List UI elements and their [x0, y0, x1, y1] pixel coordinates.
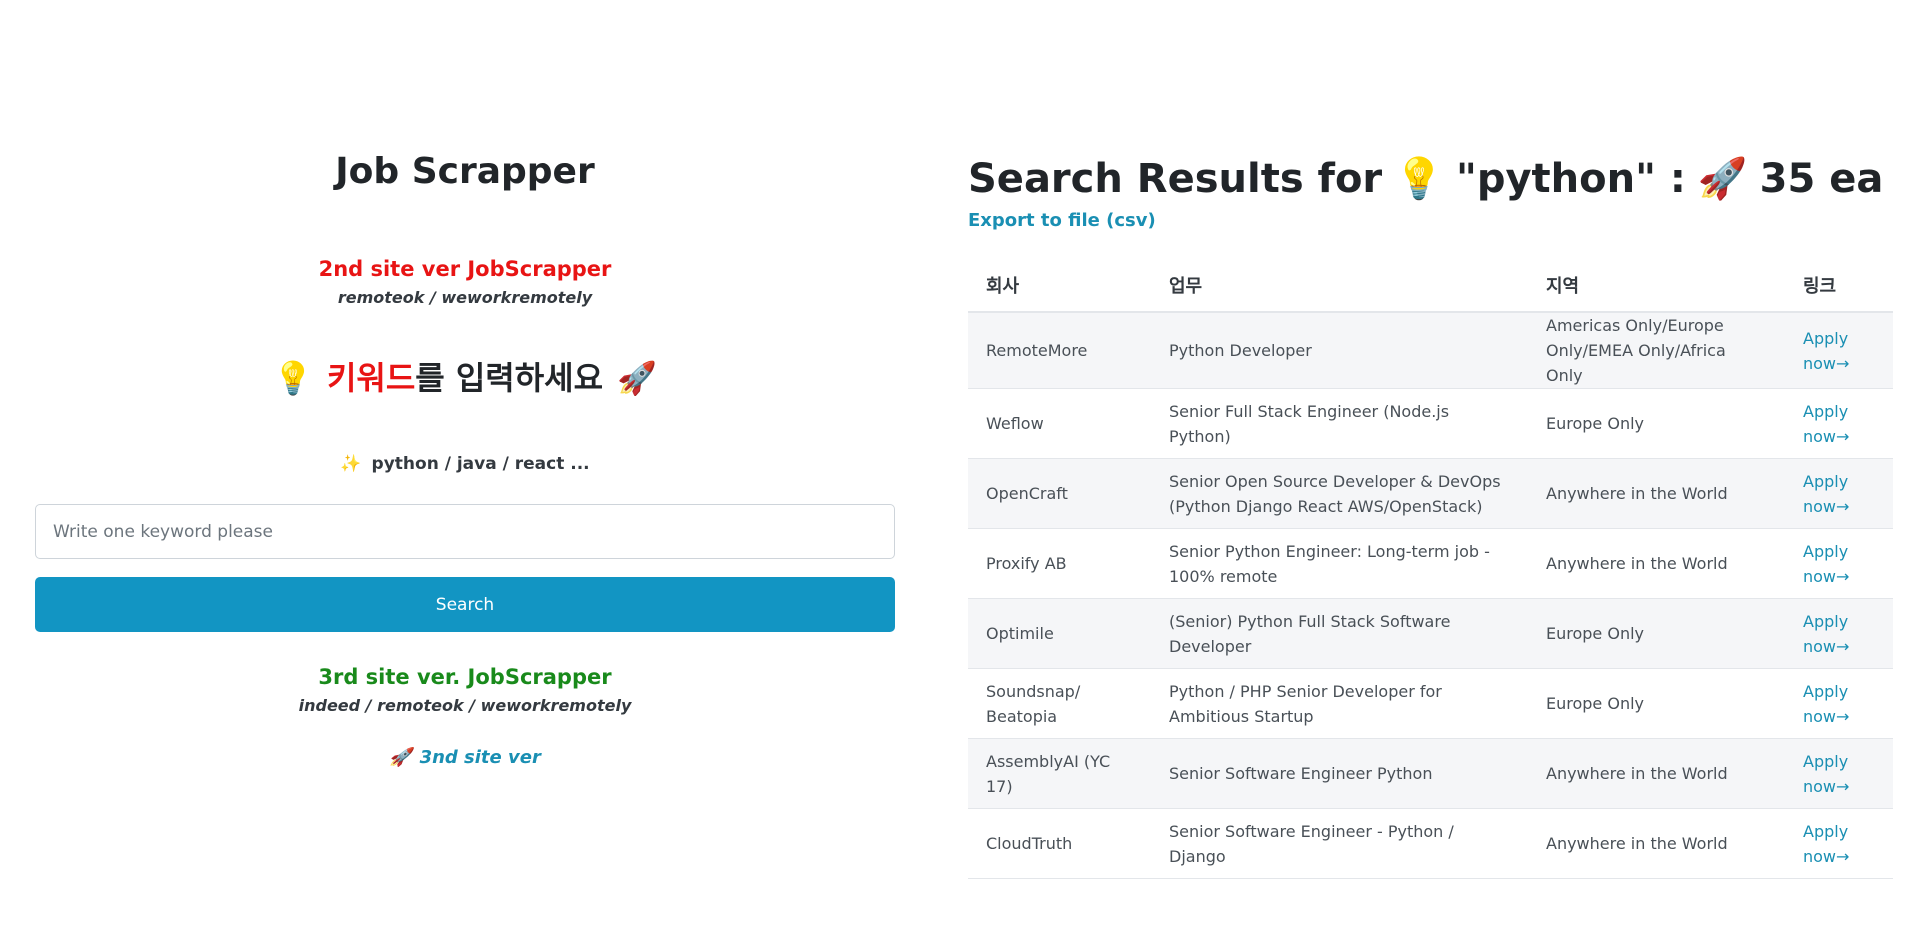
table-row: Proxify AB Senior Python Engineer: Long-… [968, 528, 1893, 599]
cell-role: Senior Python Engineer: Long-term job - … [1151, 528, 1528, 599]
cell-region: Europe Only [1528, 598, 1785, 669]
rocket-icon: 🚀 [1697, 156, 1748, 202]
cell-link: Apply now→ [1785, 388, 1893, 459]
header-role: 업무 [1151, 258, 1528, 313]
apply-link[interactable]: Apply now→ [1803, 402, 1849, 446]
lightbulb-icon: 💡 [1394, 156, 1444, 202]
apply-link[interactable]: Apply now→ [1803, 682, 1849, 726]
cell-link: Apply now→ [1785, 312, 1893, 389]
ver3-link[interactable]: 3nd site ver [420, 745, 541, 771]
header-region: 지역 [1528, 258, 1785, 313]
cell-region: Anywhere in the World [1528, 738, 1785, 809]
search-input[interactable] [35, 504, 895, 559]
cell-role: Python / PHP Senior Developer for Ambiti… [1151, 668, 1528, 739]
apply-link[interactable]: Apply now→ [1803, 822, 1849, 866]
apply-link[interactable]: Apply now→ [1803, 542, 1849, 586]
ver3-title: 3rd site ver. JobScrapper [318, 665, 612, 689]
cell-company: OpenCraft [968, 458, 1151, 529]
cell-company: AssemblyAI (YC 17) [968, 738, 1151, 809]
cell-link: Apply now→ [1785, 668, 1893, 739]
cell-company: Soundsnap/ Beatopia [968, 668, 1151, 739]
cell-region: Anywhere in the World [1528, 458, 1785, 529]
prompt-text: 키워드를 입력하세요 [327, 356, 603, 400]
table-row: Soundsnap/ Beatopia Python / PHP Senior … [968, 668, 1893, 739]
ver2-title: 2nd site ver JobScrapper [318, 257, 612, 281]
apply-link[interactable]: Apply now→ [1803, 329, 1849, 373]
table-header-row: 회사 업무 지역 링크 [968, 258, 1893, 313]
cell-company: Weflow [968, 388, 1151, 459]
cell-company: RemoteMore [968, 312, 1151, 389]
header-company: 회사 [968, 258, 1151, 313]
apply-link[interactable]: Apply now→ [1803, 752, 1849, 796]
prompt-keyword-highlight: 키워드 [326, 359, 416, 397]
table-row: CloudTruth Senior Software Engineer - Py… [968, 808, 1893, 879]
results-title: Search Results for 💡 "python" : 🚀 35 ea [968, 153, 1883, 205]
keyword-prompt: 💡 키워드를 입력하세요 🚀 [35, 356, 895, 400]
search-button[interactable]: Search [35, 577, 895, 632]
sparkles-icon: ✨ [340, 453, 362, 474]
cell-region: Anywhere in the World [1528, 528, 1785, 599]
table-row: RemoteMore Python Developer Americas Onl… [968, 312, 1893, 389]
apply-link[interactable]: Apply now→ [1803, 472, 1849, 516]
header-link: 링크 [1785, 258, 1893, 313]
cell-link: Apply now→ [1785, 458, 1893, 529]
cell-role: Senior Software Engineer Python [1151, 738, 1528, 809]
cell-company: Optimile [968, 598, 1151, 669]
rocket-icon: 🚀 [389, 747, 412, 768]
cell-region: Europe Only [1528, 388, 1785, 459]
cell-region: Europe Only [1528, 668, 1785, 739]
rocket-icon: 🚀 [617, 359, 657, 397]
cell-region: Anywhere in the World [1528, 808, 1785, 879]
cell-link: Apply now→ [1785, 598, 1893, 669]
prompt-rest: 를 입력하세요 [415, 359, 604, 397]
table-row: Weflow Senior Full Stack Engineer (Node.… [968, 388, 1893, 459]
table-row: Optimile (Senior) Python Full Stack Soft… [968, 598, 1893, 669]
cell-company: CloudTruth [968, 808, 1151, 879]
cell-link: Apply now→ [1785, 738, 1893, 809]
examples-text: python / java / react ... [371, 454, 590, 474]
cell-role: Senior Full Stack Engineer (Node.js Pyth… [1151, 388, 1528, 459]
cell-company: Proxify AB [968, 528, 1151, 599]
cell-region: Americas Only/Europe Only/EMEA Only/Afri… [1528, 312, 1785, 389]
app-title: Job Scrapper [335, 151, 595, 192]
keyword-examples: ✨ python / java / react ... [35, 452, 895, 476]
results-table: 회사 업무 지역 링크 RemoteMore Python Developer … [968, 258, 1893, 879]
ver3-link-row: 🚀 3nd site ver [35, 745, 895, 771]
table-row: AssemblyAI (YC 17) Senior Software Engin… [968, 738, 1893, 809]
apply-link[interactable]: Apply now→ [1803, 612, 1849, 656]
ver2-sites: remoteok / weworkremotely [337, 288, 593, 307]
export-csv-link[interactable]: Export to file (csv) [968, 208, 1156, 234]
cell-role: Senior Software Engineer - Python / Djan… [1151, 808, 1528, 879]
cell-role: Senior Open Source Developer & DevOps (P… [1151, 458, 1528, 529]
results-title-prefix: Search Results for [968, 156, 1383, 202]
results-keyword: "python" : [1455, 156, 1686, 202]
ver3-sites: indeed / remoteok / weworkremotely [298, 696, 632, 715]
cell-role: (Senior) Python Full Stack Software Deve… [1151, 598, 1528, 669]
cell-link: Apply now→ [1785, 528, 1893, 599]
cell-role: Python Developer [1151, 312, 1528, 389]
cell-link: Apply now→ [1785, 808, 1893, 879]
results-count: 35 ea [1759, 156, 1884, 202]
lightbulb-icon: 💡 [273, 359, 313, 397]
table-row: OpenCraft Senior Open Source Developer &… [968, 458, 1893, 529]
